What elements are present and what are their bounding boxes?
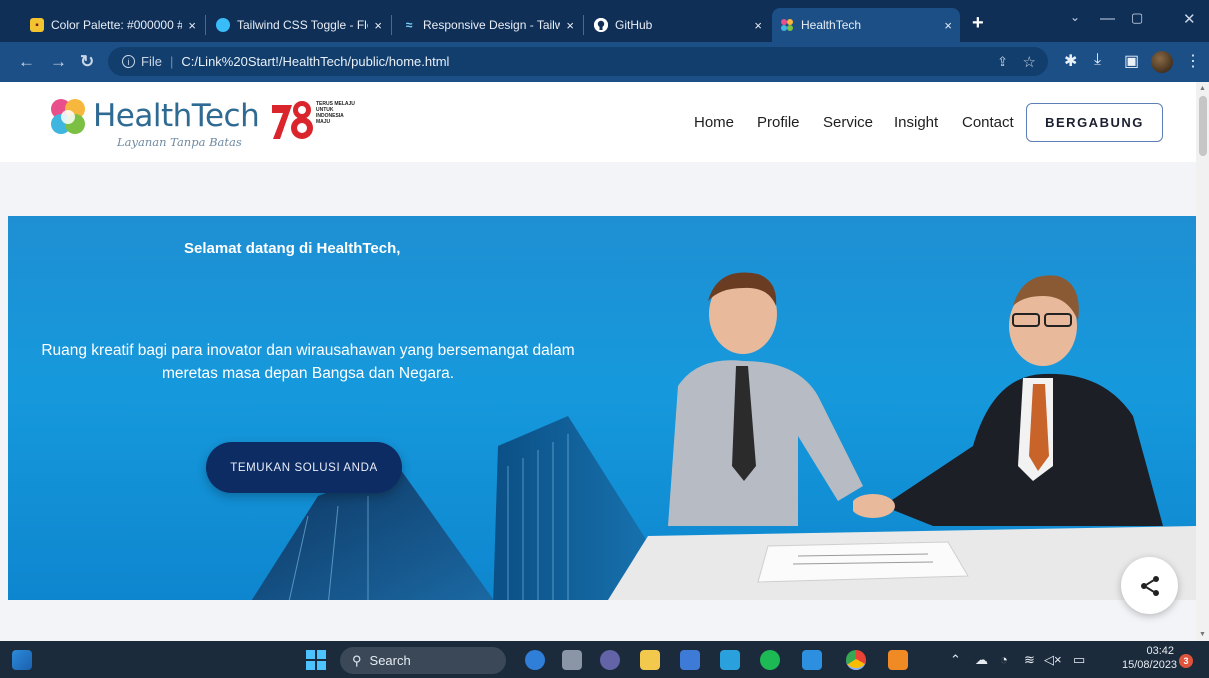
browser-tab-strip: ▪ Color Palette: #000000 #4 × Tailwind C… (0, 0, 1209, 42)
brand-tagline: Layanan Tanpa Batas (117, 135, 242, 149)
tray-app-icon[interactable]: ◔ (1000, 652, 1008, 667)
download-icon[interactable]: ⤓ (1094, 51, 1101, 69)
color-palette-favicon-icon: ▪ (30, 18, 44, 32)
browser-tab-title: Responsive Design - Tailw (423, 18, 561, 32)
xampp-icon[interactable] (888, 650, 908, 670)
address-divider: | (169, 54, 174, 69)
notification-badge[interactable]: 3 (1179, 654, 1193, 668)
vscode-icon[interactable] (802, 650, 822, 670)
tab-divider (583, 15, 584, 35)
anniversary-slogan: TERUS MELAJU UNTUK INDONESIA MAJU (316, 101, 355, 125)
battery-icon[interactable]: ▭ (1073, 652, 1085, 668)
new-tab-button[interactable]: + (972, 12, 984, 35)
hero-subtitle: Ruang kreatif bagi para inovator dan wir… (41, 342, 575, 382)
close-tab-icon[interactable]: × (374, 18, 382, 33)
page-viewport: HealthTech Layanan Tanpa Batas TERUS MEL… (0, 82, 1196, 641)
wifi-icon[interactable]: ≋ (1024, 652, 1035, 668)
hero-banner: Selamat datang di HealthTech, Ruang krea… (8, 216, 1196, 600)
nav-home[interactable]: Home (694, 114, 734, 131)
close-window-icon[interactable]: ✕ (1183, 10, 1196, 28)
tailwind-favicon-icon (216, 18, 230, 32)
address-scheme-label: File (141, 54, 162, 69)
share-icon (1140, 575, 1159, 596)
brand-name[interactable]: HealthTech (93, 98, 260, 134)
profile-avatar[interactable] (1151, 51, 1173, 73)
nav-service[interactable]: Service (823, 114, 873, 131)
close-tab-icon[interactable]: × (754, 18, 762, 33)
browser-tab[interactable]: GitHub × (586, 8, 770, 42)
bing-icon[interactable] (525, 650, 545, 670)
task-view-icon[interactable] (562, 650, 582, 670)
browser-tab-title: GitHub (615, 18, 653, 32)
address-bar[interactable]: i File | C:/Link%20Start!/HealthTech/pub… (108, 47, 1048, 76)
share-page-icon[interactable]: ⇪ (997, 54, 1008, 70)
search-icon: ⚲ (352, 652, 362, 668)
scroll-down-arrow-icon[interactable]: ▼ (1199, 631, 1206, 638)
windows-start-icon[interactable] (306, 650, 326, 670)
bookmark-star-icon[interactable]: ☆ (1023, 53, 1036, 71)
browser-tab[interactable]: ≈ Responsive Design - Tailw × (394, 8, 582, 42)
widgets-icon[interactable] (12, 650, 32, 670)
address-url[interactable]: C:/Link%20Start!/HealthTech/public/home.… (181, 54, 449, 69)
businessman-right-illustration (853, 275, 1163, 526)
spotify-icon[interactable] (760, 650, 780, 670)
close-tab-icon[interactable]: × (188, 18, 196, 33)
browser-tab-title: Color Palette: #000000 #4 (51, 18, 183, 32)
healthtech-logo-icon[interactable] (48, 97, 88, 137)
browser-tab[interactable]: ▪ Color Palette: #000000 #4 × (22, 8, 204, 42)
hero-welcome-text: Selamat datang di HealthTech, (184, 240, 401, 257)
close-tab-icon[interactable]: × (566, 18, 574, 33)
tab-search-chevron-icon[interactable]: ⌄ (1070, 10, 1080, 24)
file-explorer-icon[interactable] (640, 650, 660, 670)
scrollbar-thumb[interactable] (1199, 96, 1207, 156)
onedrive-cloud-icon[interactable]: ☁ (975, 652, 988, 668)
teams-chat-icon[interactable] (600, 650, 620, 670)
back-arrow-icon[interactable]: ← (18, 52, 35, 72)
scroll-up-arrow-icon[interactable]: ▲ (1199, 85, 1206, 92)
microsoft-store-icon[interactable] (680, 650, 700, 670)
forward-arrow-icon[interactable]: → (50, 52, 67, 72)
side-panel-icon[interactable]: ▣ (1124, 51, 1139, 71)
close-tab-icon[interactable]: × (944, 18, 952, 33)
nav-profile[interactable]: Profile (757, 114, 800, 131)
chrome-icon[interactable] (846, 650, 866, 670)
speaker-muted-icon[interactable]: ◁× (1044, 652, 1062, 668)
restore-window-icon[interactable]: ▢ (1131, 10, 1143, 26)
extensions-puzzle-icon[interactable]: ✱ (1064, 51, 1077, 71)
healthtech-favicon-icon (780, 18, 794, 32)
tray-overflow-chevron-icon[interactable]: ⌃ (950, 652, 961, 668)
clock-date: 15/08/2023 (1122, 659, 1178, 671)
reload-icon[interactable]: ↻ (80, 52, 94, 72)
site-header: HealthTech Layanan Tanpa Batas TERUS MEL… (0, 82, 1196, 162)
taskbar-search[interactable]: ⚲ Search (340, 647, 506, 674)
app-l-icon[interactable] (720, 650, 740, 670)
browser-tab-title: Tailwind CSS Toggle - Flov (237, 18, 369, 32)
clock-time: 03:42 (1146, 645, 1174, 657)
find-solution-button[interactable]: TEMUKAN SOLUSI ANDA (206, 442, 402, 493)
github-favicon-icon (594, 18, 608, 32)
nav-insight[interactable]: Insight (894, 114, 938, 131)
tab-divider (205, 15, 206, 35)
windows-taskbar: ⚲ Search ⌃ ☁ ◔ ≋ ◁× ▭ 03:42 15/08/2023 3 (0, 641, 1209, 678)
nav-contact[interactable]: Contact (962, 114, 1014, 131)
businessman-left-illustration (668, 272, 863, 526)
browser-toolbar: ← → ↻ i File | C:/Link%20Start!/HealthTe… (0, 42, 1209, 82)
taskbar-search-label: Search (369, 653, 411, 668)
tab-divider (391, 15, 392, 35)
minimize-window-icon[interactable]: — (1100, 10, 1115, 27)
share-fab-button[interactable] (1121, 557, 1178, 614)
info-icon[interactable]: i (122, 55, 135, 68)
browser-tab-title: HealthTech (801, 18, 862, 32)
browser-tab[interactable]: Tailwind CSS Toggle - Flov × (208, 8, 390, 42)
tailwind-wave-favicon-icon: ≈ (405, 18, 413, 32)
browser-menu-kebab-icon[interactable]: ⋮ (1185, 51, 1201, 71)
join-button[interactable]: BERGABUNG (1026, 103, 1163, 142)
browser-tab-active[interactable]: HealthTech × (772, 8, 960, 42)
anniversary-78-logo (272, 101, 313, 139)
taskbar-clock[interactable]: 03:42 15/08/2023 (1122, 644, 1178, 672)
page-scrollbar[interactable]: ▲ ▼ (1196, 82, 1209, 641)
